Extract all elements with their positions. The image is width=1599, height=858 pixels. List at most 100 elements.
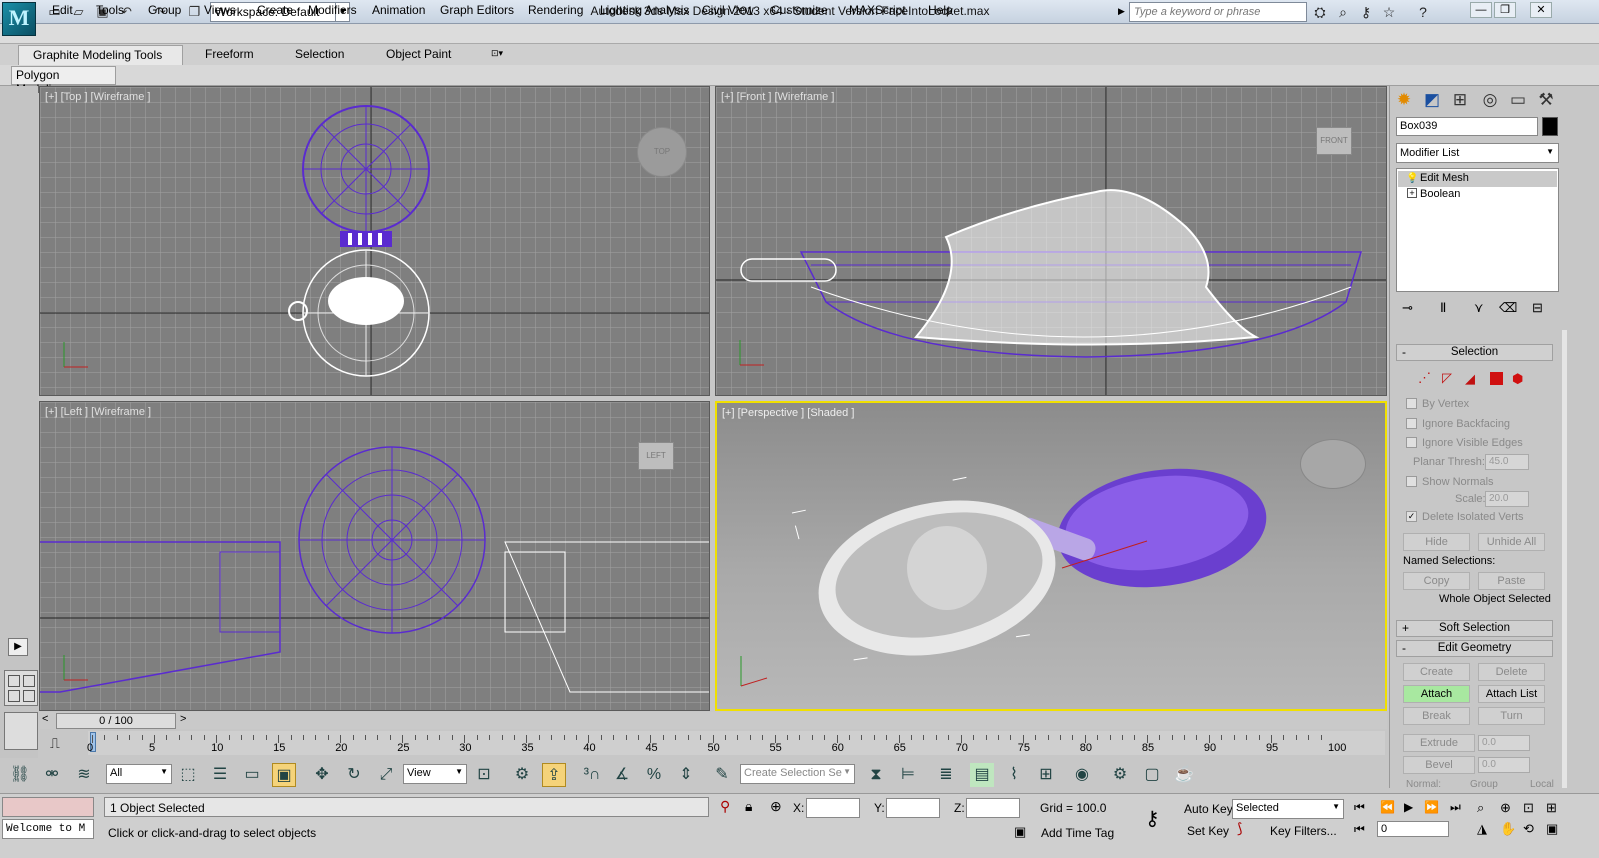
copy-button[interactable]: Copy: [1403, 572, 1470, 590]
select-object-icon[interactable]: ⬚: [176, 763, 200, 787]
close-button[interactable]: ✕: [1530, 2, 1552, 18]
tab-graphite-modeling[interactable]: Graphite Modeling Tools: [18, 45, 183, 65]
attach-button[interactable]: Attach: [1403, 685, 1470, 703]
tab-object-paint[interactable]: Object Paint: [386, 47, 451, 61]
by-vertex-checkbox[interactable]: [1406, 398, 1417, 409]
viewport-layout-icon[interactable]: [4, 670, 38, 706]
render-production-icon[interactable]: ☕: [1172, 763, 1196, 787]
configure-sets-icon[interactable]: ⊟: [1532, 300, 1543, 316]
pivot-center-icon[interactable]: ⊡: [472, 763, 496, 787]
menu-help[interactable]: Help: [928, 3, 953, 17]
orbit-icon[interactable]: ⟲: [1523, 821, 1534, 837]
reference-coord-dropdown[interactable]: View ▼: [403, 764, 467, 784]
move-icon[interactable]: ✥: [310, 763, 334, 787]
extrude-button[interactable]: Extrude: [1403, 734, 1475, 752]
polygon-icon[interactable]: [1490, 372, 1503, 385]
key-mode-toggle-icon[interactable]: ⏮: [1354, 822, 1365, 837]
extrude-spinner[interactable]: 0.0: [1478, 735, 1530, 751]
snaps-toggle-icon[interactable]: ³∩: [580, 763, 604, 787]
tab-freeform[interactable]: Freeform: [205, 47, 254, 61]
zoom-all-icon[interactable]: ⊕: [1500, 800, 1511, 816]
viewcube-left[interactable]: LEFT: [638, 442, 674, 470]
time-tag-icon[interactable]: ▣: [1014, 824, 1026, 840]
selection-lock-icon[interactable]: 🔒︎: [745, 798, 752, 815]
chevron-right-icon[interactable]: ▶: [1118, 6, 1125, 17]
help-icon[interactable]: ?: [1414, 3, 1432, 21]
single-viewport-icon[interactable]: [4, 712, 38, 750]
menu-create[interactable]: Create: [257, 3, 293, 17]
menu-modifiers[interactable]: Modifiers: [308, 3, 357, 17]
delete-button[interactable]: Delete: [1478, 663, 1545, 681]
set-key-button[interactable]: Set Key: [1187, 824, 1229, 838]
viewport-left[interactable]: [+] [Left ] [Wireframe ] LEFT: [39, 401, 710, 711]
percent-snap-icon[interactable]: %: [642, 763, 666, 787]
viewcube-front[interactable]: FRONT: [1316, 127, 1352, 155]
object-color-swatch[interactable]: [1542, 117, 1558, 136]
y-coordinate-field[interactable]: [886, 798, 940, 818]
pin-stack-icon[interactable]: ⊸: [1402, 300, 1413, 316]
zoom-icon[interactable]: ⌕: [1477, 800, 1484, 816]
bevel-button[interactable]: Bevel: [1403, 756, 1475, 774]
modifier-list-dropdown[interactable]: Modifier List ▼: [1396, 143, 1559, 163]
local-radio[interactable]: Local: [1530, 779, 1554, 790]
face-icon[interactable]: ◢: [1465, 371, 1475, 387]
zoom-extents-all-icon[interactable]: ⊞: [1546, 800, 1557, 816]
project-folder-icon[interactable]: ❐: [186, 3, 203, 20]
x-coordinate-field[interactable]: [806, 798, 860, 818]
zoom-extents-icon[interactable]: ⊡: [1523, 800, 1534, 816]
next-frame-arrow[interactable]: >: [180, 713, 186, 725]
expand-icon[interactable]: +: [1407, 188, 1417, 198]
viewport-top-label[interactable]: [+] [Top ] [Wireframe ]: [45, 91, 150, 103]
stack-item-boolean[interactable]: Boolean: [1398, 187, 1557, 203]
ignore-visible-edges-checkbox[interactable]: [1406, 437, 1417, 448]
command-panel-scrollbar[interactable]: [1562, 330, 1567, 788]
turn-button[interactable]: Turn: [1478, 707, 1545, 725]
group-radio[interactable]: Group: [1470, 779, 1498, 790]
rollout-soft-selection[interactable]: + Soft Selection: [1396, 620, 1553, 637]
planar-thresh-spinner[interactable]: 45.0: [1485, 454, 1529, 470]
restore-button[interactable]: ❐: [1494, 2, 1516, 18]
rollout-selection[interactable]: - Selection: [1396, 344, 1553, 361]
selection-set-dropdown[interactable]: Create Selection Se ▼: [740, 764, 855, 784]
menu-animation[interactable]: Animation: [372, 3, 425, 17]
modify-tab-icon[interactable]: ◩: [1420, 88, 1444, 112]
show-end-result-icon[interactable]: Ⅱ: [1440, 300, 1446, 316]
goto-start-icon[interactable]: ⏮: [1354, 800, 1365, 815]
graphite-toggle-icon[interactable]: ▤: [970, 763, 994, 787]
angle-snap-icon[interactable]: ∡: [610, 763, 634, 787]
viewport-persp-label[interactable]: [+] [Perspective ] [Shaded ]: [722, 407, 854, 419]
break-button[interactable]: Break: [1403, 707, 1470, 725]
polygon-modeling-panel[interactable]: Polygon Modeling: [11, 66, 116, 96]
menu-graph-editors[interactable]: Graph Editors: [440, 3, 514, 17]
bevel-spinner[interactable]: 0.0: [1478, 757, 1530, 773]
rectangular-selection-icon[interactable]: ▭: [240, 763, 264, 787]
viewcube-top[interactable]: TOP: [637, 127, 687, 177]
hierarchy-tab-icon[interactable]: ⊞: [1448, 88, 1472, 112]
prev-frame-icon[interactable]: ⏪: [1380, 800, 1395, 814]
delete-isolated-checkbox[interactable]: ✓: [1406, 511, 1417, 522]
isolate-toggle-icon[interactable]: ⚲: [720, 798, 730, 815]
binoculars-icon[interactable]: ⛭: [1311, 3, 1329, 21]
tab-selection[interactable]: Selection: [295, 47, 344, 61]
curve-editor-toolbar-icon[interactable]: ⌇: [1002, 763, 1026, 787]
modifier-stack[interactable]: Edit Mesh Boolean 💡 +: [1396, 168, 1559, 292]
goto-end-icon[interactable]: ⏭: [1450, 800, 1461, 815]
stack-item-edit-mesh[interactable]: Edit Mesh: [1398, 171, 1557, 187]
select-by-name-icon[interactable]: ☰: [208, 763, 232, 787]
menu-group[interactable]: Group: [148, 3, 181, 17]
z-coordinate-field[interactable]: [966, 798, 1020, 818]
lightbulb-icon[interactable]: 💡: [1406, 173, 1418, 184]
key-icon[interactable]: ⚷: [1145, 806, 1160, 831]
schematic-view-icon[interactable]: ⊞: [1034, 763, 1058, 787]
viewport-top[interactable]: [+] [Top ] [Wireframe ] TOP: [39, 86, 710, 396]
maxscript-listener-pink[interactable]: [2, 797, 94, 817]
attach-list-button[interactable]: Attach List: [1478, 685, 1545, 703]
render-setup-icon[interactable]: ⚙: [1108, 763, 1132, 787]
minimize-button[interactable]: —: [1470, 2, 1492, 18]
keyboard-shortcut-override-icon[interactable]: ⇪: [542, 763, 566, 787]
viewport-front[interactable]: [+] [Front ] [Wireframe ] FRONT: [715, 86, 1387, 396]
show-normals-checkbox[interactable]: [1406, 476, 1417, 487]
expand-arrow-icon[interactable]: ▶: [8, 638, 28, 656]
utilities-tab-icon[interactable]: ⚒: [1534, 88, 1558, 112]
current-frame-field[interactable]: 0: [1377, 821, 1449, 837]
